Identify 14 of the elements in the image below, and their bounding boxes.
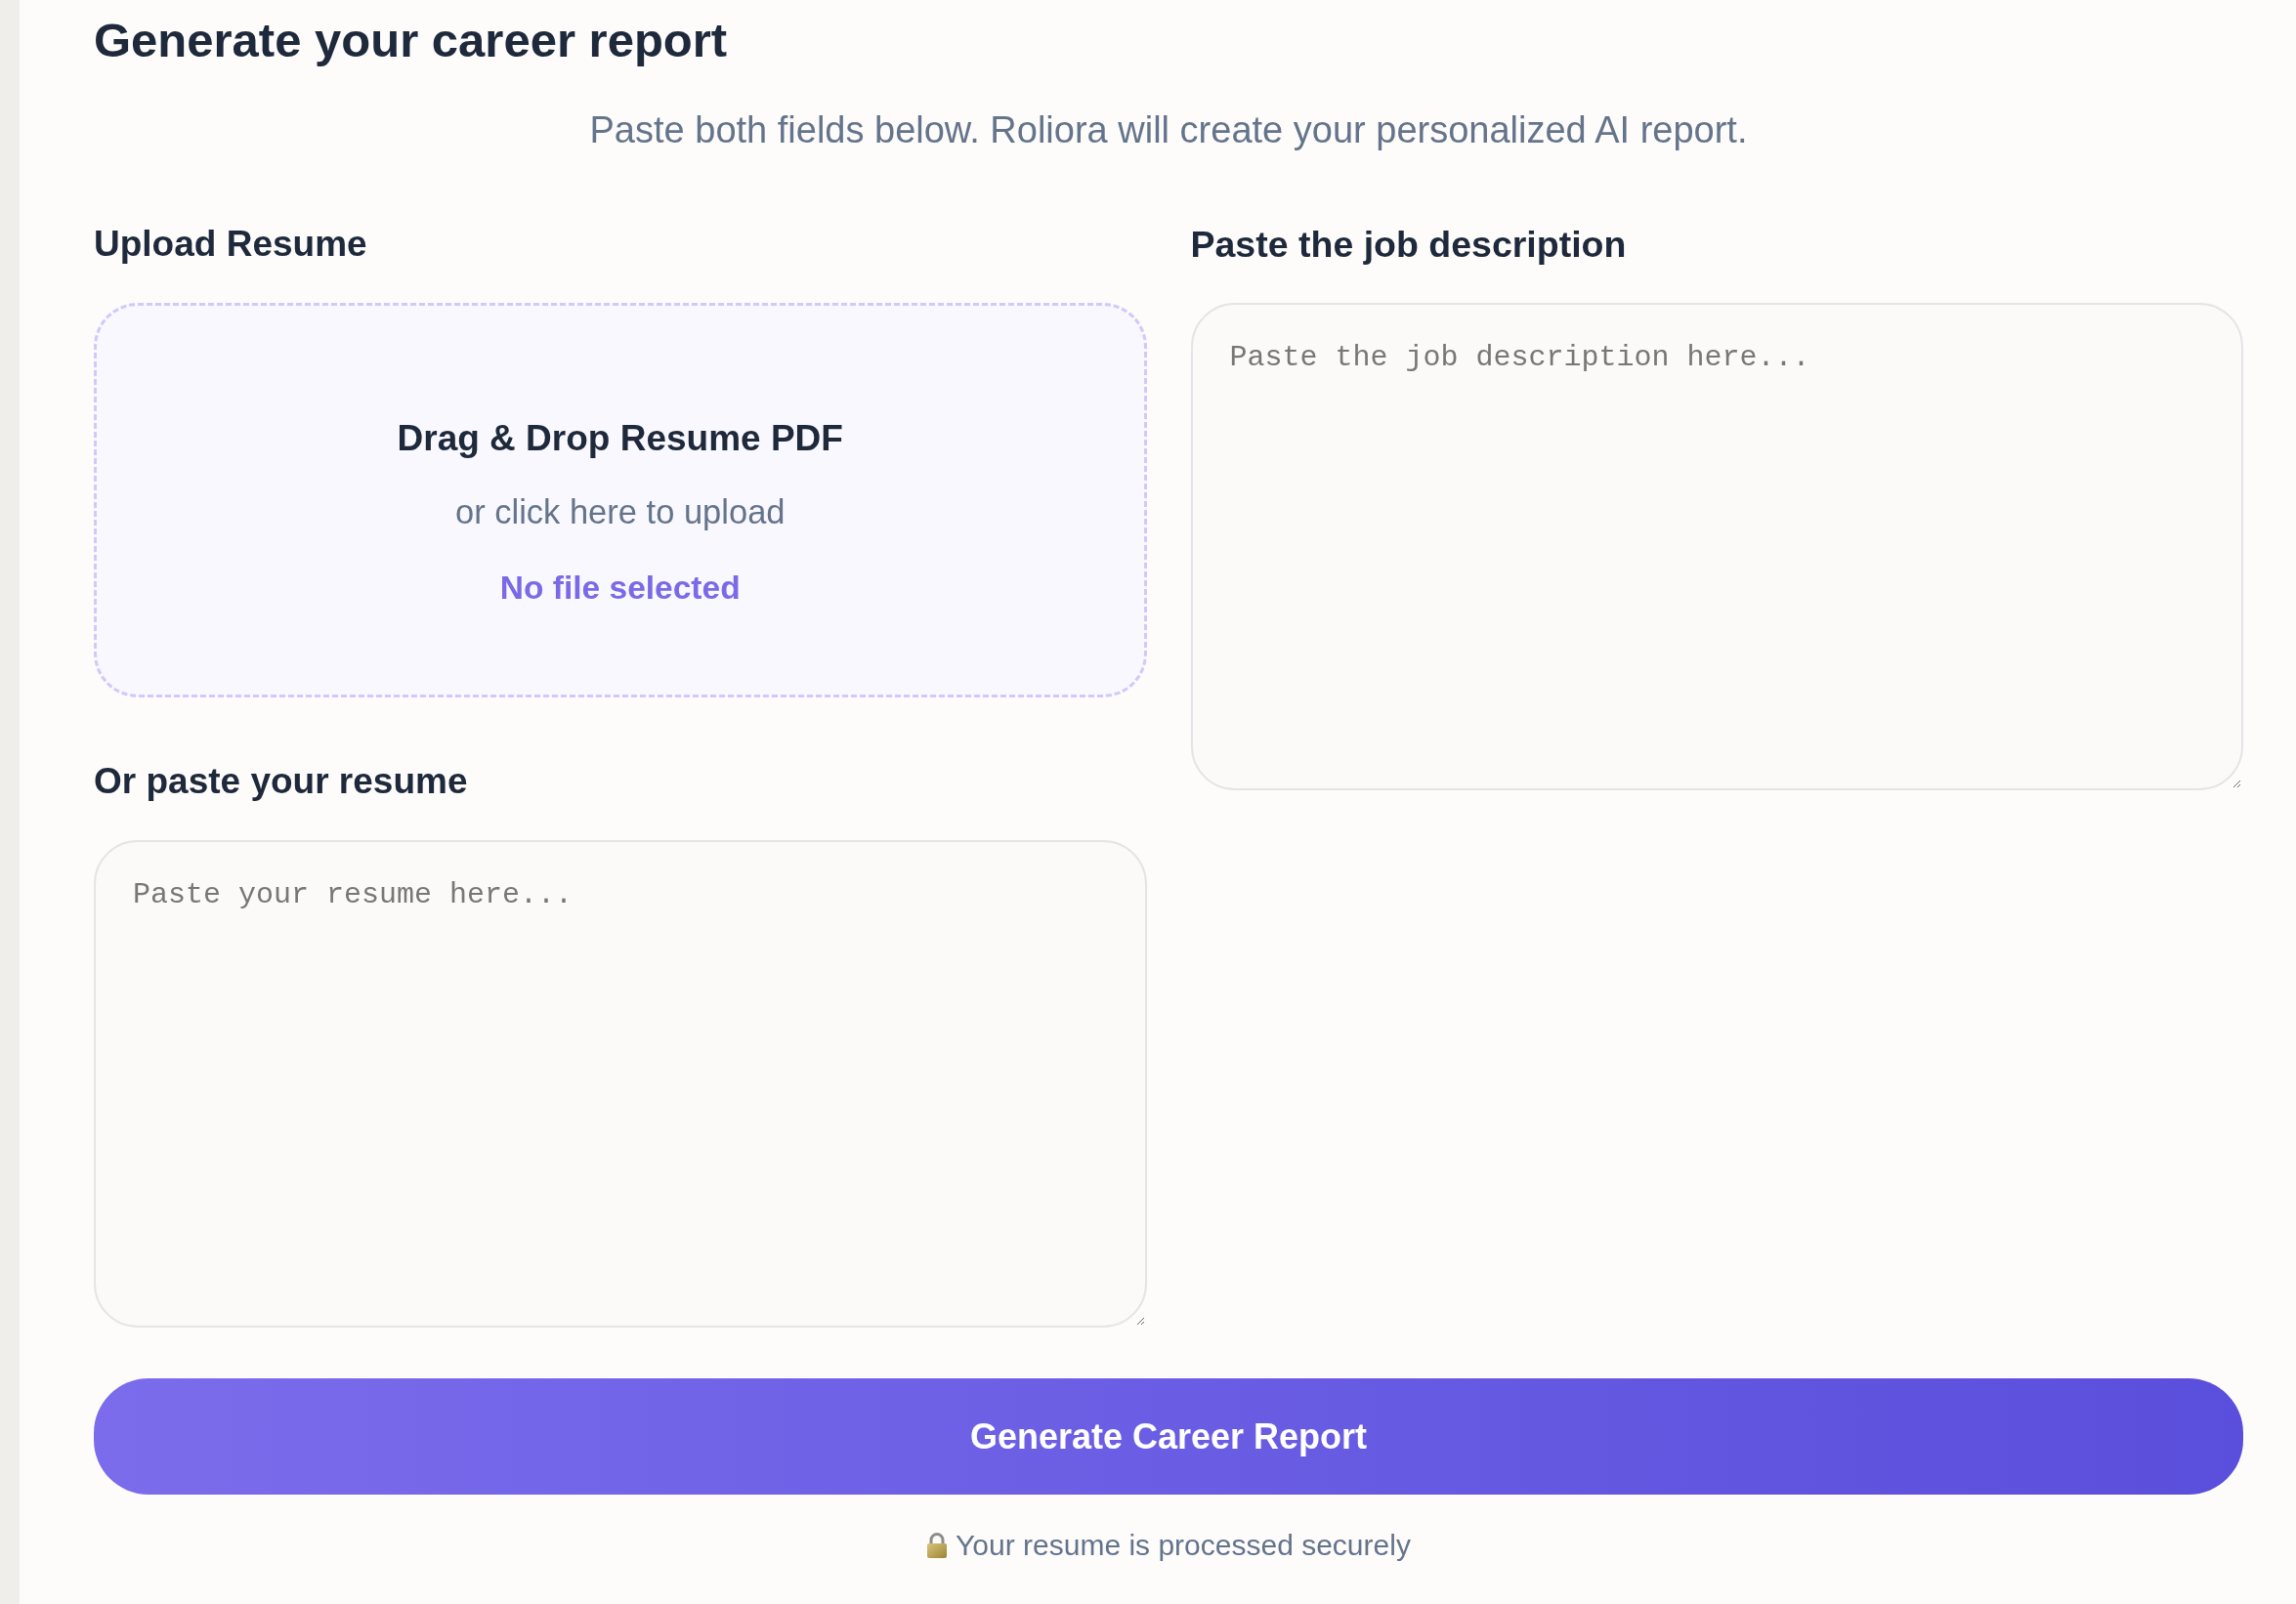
page-subtitle: Paste both fields below. Roliora will create your personalized AI report. [589, 108, 1748, 151]
file-status-text: No file selected [499, 569, 741, 608]
upload-dropzone[interactable]: Drag & Drop Resume PDF or click here to upload No file selected [94, 303, 1147, 697]
resume-textarea[interactable]: Paste your resume here... [94, 840, 1147, 1328]
resume-label: Or paste your resume [94, 761, 468, 802]
dropzone-heading: Drag & Drop Resume PDF [397, 418, 843, 459]
page-title: Generate your career report [94, 13, 728, 68]
upload-hint: or click here to upload [455, 493, 786, 530]
job-description-label: Paste the job description [1190, 224, 1627, 265]
lock-icon [926, 1533, 949, 1558]
job-description-textarea[interactable]: Paste the job description here... [1190, 303, 2243, 790]
security-note: Your resume is processed securely [956, 1528, 1411, 1563]
generate-report-button[interactable]: Generate Career Report [94, 1378, 2243, 1495]
upload-label: Upload Resume [94, 224, 367, 265]
